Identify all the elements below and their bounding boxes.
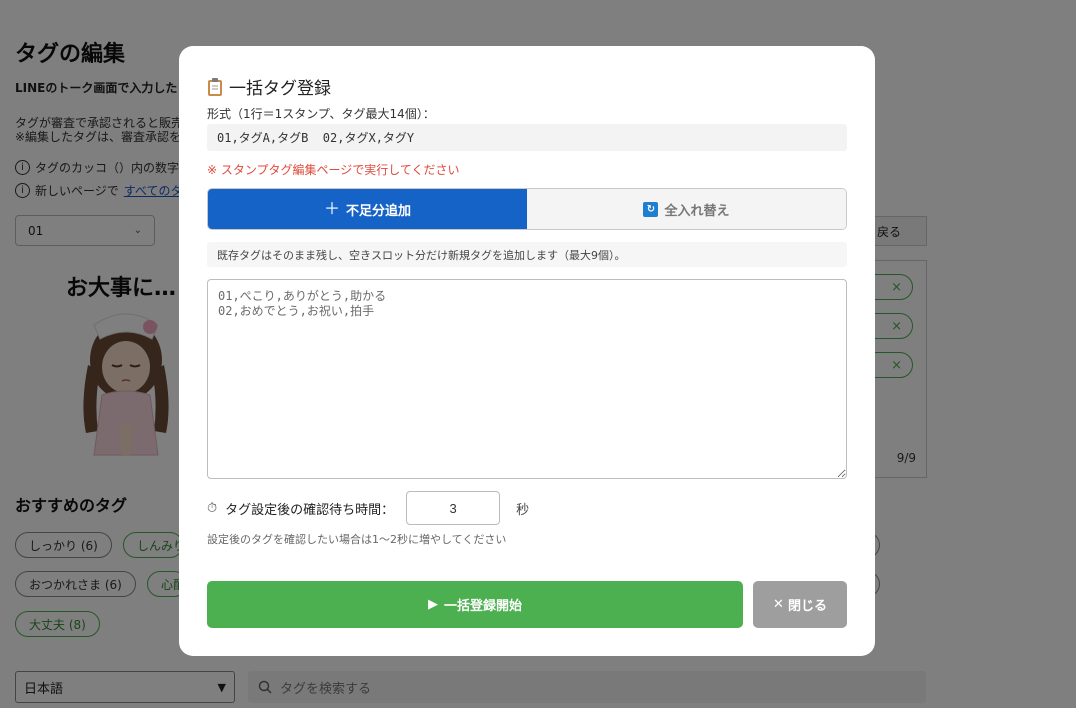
modal-title: 一括タグ登録	[229, 79, 331, 99]
format-example: 01,タグA,タグB 02,タグX,タグY	[207, 124, 847, 151]
close-button[interactable]: ✕ 閉じる	[753, 581, 847, 628]
mode-replace-button[interactable]: ↻ 全入れ替え	[527, 189, 846, 229]
mode-add-button[interactable]: ＋ 不足分追加	[208, 189, 527, 229]
play-icon: ▶	[427, 597, 438, 612]
wait-time-row: ⏱ タグ設定後の確認待ち時間： 秒	[207, 491, 529, 525]
timer-icon: ⏱	[207, 500, 218, 516]
clipboard-icon	[208, 77, 222, 96]
mode-add-label: 不足分追加	[346, 203, 412, 219]
wait-time-hint: 設定後のタグを確認したい場合は1〜2秒に増やしてください	[207, 533, 507, 546]
mode-description: 既存タグはそのまま残し、空きスロット分だけ新規タグを追加します（最大9個）。	[207, 242, 847, 267]
mode-toggle: ＋ 不足分追加 ↻ 全入れ替え	[207, 188, 847, 230]
wait-time-unit: 秒	[516, 502, 530, 518]
close-button-label: 閉じる	[787, 599, 827, 614]
wait-time-input[interactable]	[406, 491, 501, 525]
refresh-icon: ↻	[643, 201, 659, 217]
start-bulk-register-button[interactable]: ▶ 一括登録開始	[207, 581, 743, 628]
plus-icon: ＋	[323, 199, 340, 218]
start-button-label: 一括登録開始	[443, 599, 522, 614]
format-label: 形式（1行＝1スタンプ、タグ最大14個）：	[207, 107, 435, 121]
close-icon: ✕	[773, 597, 784, 612]
bulk-tag-modal: 一括タグ登録 形式（1行＝1スタンプ、タグ最大14個）： 01,タグA,タグB …	[179, 46, 875, 656]
warning-text: ※ スタンプタグ編集ページで実行してください	[207, 163, 460, 177]
mode-replace-label: 全入れ替え	[664, 203, 730, 219]
wait-time-label: タグ設定後の確認待ち時間：	[225, 502, 395, 518]
bulk-tags-textarea[interactable]	[207, 279, 847, 479]
modal-title-row: 一括タグ登録	[207, 74, 331, 99]
